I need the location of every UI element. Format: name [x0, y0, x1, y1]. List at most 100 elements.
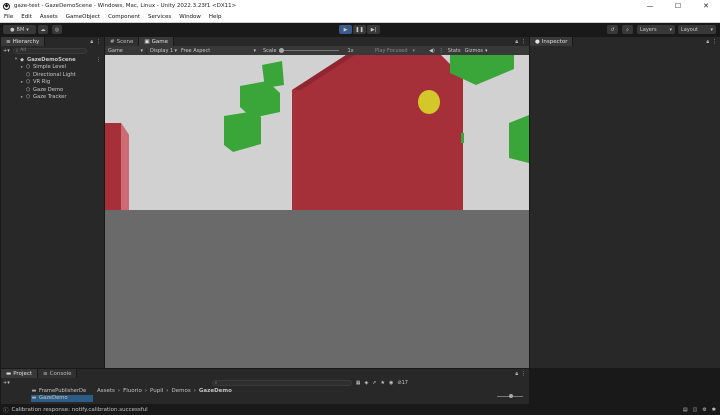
- collab-button[interactable]: ◎: [52, 25, 62, 34]
- tab-project[interactable]: ▬ Project: [1, 369, 39, 378]
- folder-row-gazedemo[interactable]: ▬ GazeDemo: [31, 394, 93, 402]
- aspect-dropdown[interactable]: Free Aspect ▾: [177, 48, 259, 54]
- chevron-down-icon: ▾: [26, 26, 29, 33]
- settings-icon[interactable]: ⚙: [702, 407, 706, 413]
- filter-label-icon[interactable]: ◈: [364, 380, 368, 386]
- scene-icon: #: [110, 38, 115, 45]
- menu-help[interactable]: Help: [205, 12, 226, 23]
- main-toolbar: ● BM ▾ ☁ ◎ ▶ ❚❚ ▶| ↺ ⌕ Layers ▾ Layout ▾: [0, 23, 720, 37]
- kebab-menu-icon[interactable]: ⋮: [521, 371, 526, 377]
- lock-icon[interactable]: 🔒︎: [706, 39, 709, 45]
- add-icon[interactable]: +▾: [3, 380, 10, 386]
- grid-icon[interactable]: ⋮: [439, 48, 444, 54]
- scale-control[interactable]: Scale 1x: [259, 48, 359, 54]
- tree-row-gaze-tracker[interactable]: ▸ ⬡ Gaze Tracker: [1, 94, 104, 102]
- account-dropdown[interactable]: ● BM ▾: [3, 25, 36, 34]
- menu-gameobject[interactable]: GameObject: [62, 12, 104, 23]
- green-cube: [509, 115, 529, 163]
- menu-assets[interactable]: Assets: [36, 12, 62, 23]
- play-button[interactable]: ▶: [339, 25, 352, 34]
- layers-icon[interactable]: ◫: [693, 407, 698, 413]
- game-mode-dropdown[interactable]: Game ▾: [105, 47, 147, 54]
- tab-console[interactable]: ≡ Console: [38, 369, 78, 378]
- audio-icon[interactable]: ◀): [429, 48, 435, 54]
- tree-row-vr-rig[interactable]: ▸ ⬡ VR Rig: [1, 79, 104, 87]
- menu-edit[interactable]: Edit: [17, 12, 36, 23]
- scale-slider-handle[interactable]: [279, 48, 285, 53]
- tab-game[interactable]: ▣ Game: [139, 37, 174, 46]
- status-message[interactable]: Calibration response: notify.calibration…: [12, 407, 148, 413]
- thumbnail-size-handle[interactable]: [509, 394, 513, 398]
- folder-icon: ▬: [6, 370, 12, 377]
- tree-row-gaze-demo[interactable]: ⬡ Gaze Demo: [1, 86, 104, 94]
- lock-icon[interactable]: 🔒︎: [515, 39, 518, 45]
- chevron-right-icon: ›: [117, 388, 121, 394]
- menu-component[interactable]: Component: [104, 12, 144, 23]
- project-panel: ▬ Project ≡ Console 🔒︎ ⋮ +▾ ⌕ ▦ ◈ ➚ ★ ◉ …: [1, 369, 529, 404]
- search-icon: ⌕: [214, 380, 218, 386]
- folder-label: GazeDemo: [39, 395, 68, 402]
- breadcrumb-item[interactable]: Assets: [97, 388, 115, 394]
- menu-services[interactable]: Services: [144, 12, 175, 23]
- breadcrumb-current[interactable]: GazeDemo: [199, 388, 232, 394]
- scale-slider[interactable]: [279, 48, 340, 54]
- tree-row-simple-level[interactable]: ▸ ⬡ Simple Level: [1, 64, 104, 72]
- tag-icon[interactable]: ➚: [372, 380, 376, 386]
- tab-scene[interactable]: # Scene: [105, 37, 140, 46]
- layers-label: Layers: [640, 26, 657, 33]
- tab-inspector[interactable]: ● Inspector: [530, 37, 574, 46]
- kebab-menu-icon[interactable]: ⋮: [96, 57, 101, 63]
- filter-type-icon[interactable]: ▦: [356, 380, 361, 386]
- tree-item-label: VR Rig: [33, 79, 51, 86]
- gizmos-dropdown[interactable]: Gizmos ▾: [465, 48, 488, 54]
- minimize-button[interactable]: —: [636, 0, 664, 12]
- inspector-header: ● Inspector 🔒︎ ⋮: [530, 37, 720, 46]
- layout-dropdown[interactable]: Layout ▾: [678, 25, 716, 34]
- search-button[interactable]: ⌕: [622, 25, 633, 34]
- folder-icon: ▬: [31, 387, 37, 394]
- kebab-menu-icon[interactable]: ⋮: [521, 39, 526, 45]
- hierarchy-search-row: +▾ ⌕ All: [1, 46, 104, 55]
- display-dropdown[interactable]: Display 1 ▾: [147, 48, 177, 54]
- play-focus-label: Play Focused: [375, 47, 408, 54]
- chevron-right-icon: ›: [144, 388, 148, 394]
- stats-button[interactable]: Stats: [448, 48, 461, 54]
- kebab-menu-icon[interactable]: ⋮: [712, 39, 717, 45]
- folder-row-framepublisher[interactable]: ▬ FramePublisherDe: [31, 387, 93, 395]
- pause-button[interactable]: ❚❚: [353, 25, 366, 34]
- close-button[interactable]: ✕: [692, 0, 720, 12]
- step-button[interactable]: ▶|: [367, 25, 380, 34]
- add-icon[interactable]: +▾: [3, 48, 10, 54]
- layers-dropdown[interactable]: Layers ▾: [637, 25, 675, 34]
- account-label: BM: [16, 26, 25, 33]
- project-search-input[interactable]: ⌕: [211, 379, 352, 386]
- gizmos-label: Gizmos: [464, 47, 483, 54]
- chevron-down-icon: ▾: [253, 47, 256, 54]
- breadcrumb-item[interactable]: Demos: [171, 388, 190, 394]
- maximize-button[interactable]: ☐: [664, 0, 692, 12]
- game-viewport[interactable]: [105, 55, 529, 368]
- cloud-button[interactable]: ☁: [38, 25, 48, 34]
- gameobject-icon: ⬡: [25, 79, 31, 86]
- tree-row-scene[interactable]: ▾ ◆ GazeDemoScene ⋮: [1, 56, 104, 64]
- progress-icon[interactable]: ▤: [683, 407, 688, 413]
- breadcrumb-item[interactable]: Fluorio: [123, 388, 142, 394]
- scene-tab-label: Scene: [116, 38, 134, 45]
- star-icon[interactable]: ★: [381, 380, 385, 386]
- chevron-down-icon: ▾: [669, 26, 672, 33]
- lock-icon[interactable]: 🔒︎: [90, 39, 93, 45]
- account-icon: ●: [10, 26, 15, 33]
- history-button[interactable]: ↺: [607, 25, 618, 34]
- tab-hierarchy[interactable]: ≡ Hierarchy: [1, 37, 46, 46]
- bug-icon[interactable]: ✱: [712, 407, 716, 413]
- play-focus-dropdown[interactable]: Play Focused ▾: [359, 48, 415, 54]
- menu-window[interactable]: Window: [175, 12, 205, 23]
- tree-row-directional-light[interactable]: ⬡ Directional Light: [1, 71, 104, 79]
- eye-icon[interactable]: ◉: [389, 380, 393, 386]
- hierarchy-search-input[interactable]: ⌕ All: [12, 47, 87, 54]
- lock-icon[interactable]: 🔒︎: [515, 371, 518, 377]
- breadcrumb-item[interactable]: Pupil: [150, 388, 163, 394]
- unity-scene-icon: ◆: [20, 56, 24, 63]
- menu-file[interactable]: File: [0, 12, 17, 23]
- kebab-menu-icon[interactable]: ⋮: [96, 39, 101, 45]
